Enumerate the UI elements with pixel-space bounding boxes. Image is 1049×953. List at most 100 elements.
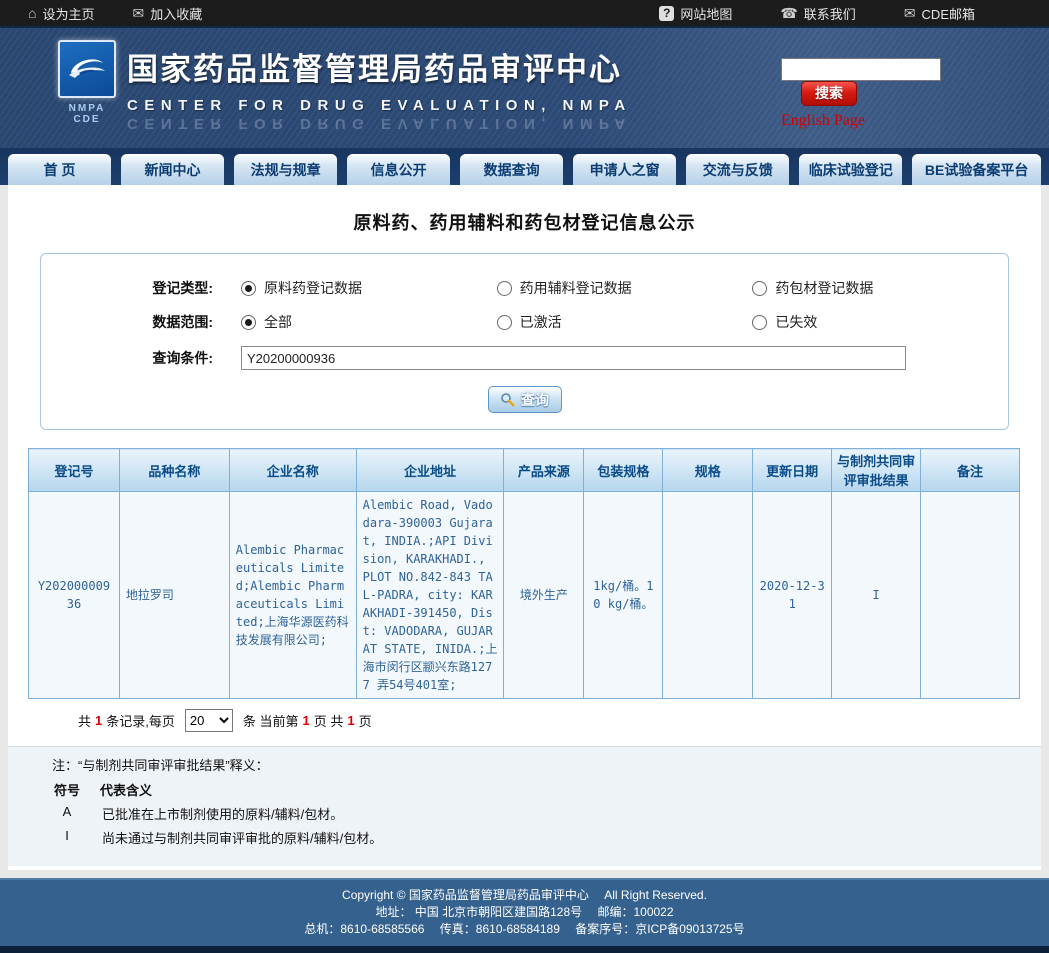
legend-row-i: I 尚未通过与制剂共同审评审批的原料/辅料/包材。 [52,828,1041,847]
sitemap-link[interactable]: ? 网站地图 [659,4,732,23]
nav-tab-news[interactable]: 新闻中心 [121,154,224,185]
contact-us-link[interactable]: ☎ 联系我们 [780,4,855,23]
footer-address: 地址： 中国 北京市朝阳区建国路128号 邮编：100022 [0,904,1049,921]
table-header-row: 登记号 品种名称 企业名称 企业地址 产品来源 包装规格 规格 更新日期 与制剂… [29,449,1020,492]
radio-icon[interactable] [241,315,256,330]
cell-company-address: Alembic Road, Vadodara-390003 Gujarat, I… [356,492,504,699]
nav-tab-applicant[interactable]: 申请人之窗 [573,154,676,185]
set-homepage-link[interactable]: ⌂ 设为主页 [28,4,94,23]
magnifier-icon [500,392,515,407]
col-remarks: 备注 [921,449,1020,492]
envelope-icon: ✉ [904,6,916,20]
radio-scope-expired-label: 已失效 [775,312,817,332]
pagination-text: 页 [359,711,372,730]
radio-excipient-data-label: 药用辅料登记数据 [520,278,632,298]
question-icon: ? [659,6,674,21]
legend-row-a: A 已批准在上市制剂使用的原料/辅料/包材。 [52,804,1041,823]
radio-packaging-data[interactable]: 药包材登记数据 [752,278,1008,298]
cell-company-name: Alembic Pharmaceuticals Limited;Alembic … [229,492,356,699]
top-utility-bar: ⌂ 设为主页 ✉ 加入收藏 ? 网站地图 ☎ 联系我们 ✉ CDE邮箱 [0,0,1049,28]
radio-icon[interactable] [497,281,512,296]
query-button[interactable]: 查询 [488,386,562,413]
query-form: 登记类型: 原料药登记数据 药用辅料登记数据 药包材登记数据 数据范围: 全部 [40,253,1009,430]
swoosh-icon [65,51,109,87]
set-homepage-label: 设为主页 [42,4,94,23]
pagination-text: 共 [78,711,91,730]
col-joint-review-result: 与制剂共同审评审批结果 [832,449,921,492]
page-footer: Copyright © 国家药品监督管理局药品审评中心 All Right Re… [0,878,1049,946]
main-nav: 首 页 新闻中心 法规与规章 信息公开 数据查询 申请人之窗 交流与反馈 临床试… [0,148,1049,185]
mail-icon: ✉ [132,6,144,20]
page-title: 原料药、药用辅料和药包材登记信息公示 [8,185,1041,235]
footer-copyright: Copyright © 国家药品监督管理局药品审评中心 All Right Re… [0,887,1049,904]
radio-api-data-label: 原料药登记数据 [264,278,362,298]
current-page-number: 1 [303,713,310,728]
radio-scope-all-label: 全部 [264,312,292,332]
cde-logo[interactable]: NMPA CDE [55,40,119,125]
query-condition-label: 查询条件: [41,348,241,368]
nav-tab-home[interactable]: 首 页 [8,154,111,185]
footer-bottom-bar [0,946,1049,953]
legend-meaning-header: 代表含义 [100,780,152,799]
legend-symbol: I [52,828,82,847]
table-row[interactable]: Y20200000936 地拉罗司 Alembic Pharmaceutical… [29,492,1020,699]
nav-tab-feedback[interactable]: 交流与反馈 [686,154,789,185]
pagination-text: 条 当前第 [243,711,299,730]
col-registration-no: 登记号 [29,449,120,492]
site-title: 国家药品监督管理局药品审评中心 [127,44,632,89]
cell-remarks [921,492,1020,699]
legend-symbol-header: 符号 [52,780,82,799]
nav-tab-disclosure[interactable]: 信息公开 [347,154,450,185]
radio-excipient-data[interactable]: 药用辅料登记数据 [497,278,753,298]
col-update-date: 更新日期 [753,449,832,492]
home-icon: ⌂ [28,6,36,20]
nav-tab-data-query[interactable]: 数据查询 [460,154,563,185]
cell-packaging-spec: 1kg/桶。10 kg/桶。 [584,492,663,699]
cde-mail-label: CDE邮箱 [922,4,975,23]
radio-scope-activated-label: 已激活 [520,312,562,332]
pagination-text: 条记录,每页 [106,711,175,730]
logo-caption: NMPA CDE [55,103,119,125]
col-spec: 规格 [663,449,753,492]
radio-icon[interactable] [241,281,256,296]
site-search-input[interactable] [781,58,941,81]
cell-product-source: 境外生产 [504,492,584,699]
pagination-bar: 共 1 条记录,每页 20 条 当前第 1 页 共 1 页 [78,709,1041,732]
data-scope-label: 数据范围: [41,312,241,332]
footer-contact: 总机：8610-68585566 传真：8610-68584189 备案序号：京… [0,921,1049,938]
total-pages: 1 [347,713,354,728]
cell-spec [663,492,753,699]
page-size-select[interactable]: 20 [185,709,233,732]
radio-icon[interactable] [497,315,512,330]
add-favorite-label: 加入收藏 [150,4,202,23]
cde-mail-link[interactable]: ✉ CDE邮箱 [904,4,975,23]
radio-icon[interactable] [752,315,767,330]
registration-type-label: 登记类型: [41,278,241,298]
radio-icon[interactable] [752,281,767,296]
col-variety-name: 品种名称 [119,449,229,492]
cde-logo-mark [58,40,116,98]
radio-scope-expired[interactable]: 已失效 [752,312,1008,332]
nav-tab-regulations[interactable]: 法规与规章 [234,154,337,185]
legend-note: 注：“与制剂共同审评审批结果”释义： 符号 代表含义 A 已批准在上市制剂使用的… [8,746,1041,866]
legend-meaning: 尚未通过与制剂共同审评审批的原料/辅料/包材。 [82,828,382,847]
cell-registration-no: Y20200000936 [29,492,120,699]
sitemap-label: 网站地图 [680,4,732,23]
radio-scope-activated[interactable]: 已激活 [497,312,753,332]
query-condition-input[interactable] [241,346,906,370]
nav-tab-clinical-trial[interactable]: 临床试验登记 [799,154,902,185]
query-button-label: 查询 [521,390,549,410]
main-content: 原料药、药用辅料和药包材登记信息公示 登记类型: 原料药登记数据 药用辅料登记数… [8,185,1041,870]
col-product-source: 产品来源 [504,449,584,492]
add-favorite-link[interactable]: ✉ 加入收藏 [132,4,202,23]
radio-api-data[interactable]: 原料药登记数据 [241,278,497,298]
radio-scope-all[interactable]: 全部 [241,312,497,332]
site-search-button[interactable]: 搜索 [801,81,857,106]
english-page-link[interactable]: English Page [781,112,865,130]
record-count: 1 [95,713,102,728]
site-subtitle: CENTER FOR DRUG EVALUATION, NMPA [127,97,632,114]
col-company-address: 企业地址 [356,449,504,492]
cell-joint-review-result: I [832,492,921,699]
nav-tab-be-platform[interactable]: BE试验备案平台 [912,154,1041,185]
phone-icon: ☎ [780,6,797,20]
